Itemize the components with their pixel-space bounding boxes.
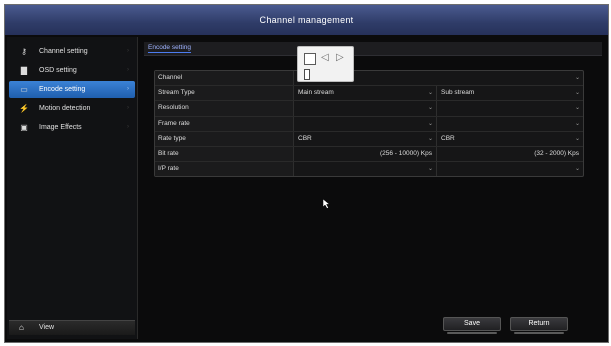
image-icon: ▣	[20, 123, 28, 132]
sidebar: ⚷ Channel setting › ▇ OSD setting › ▭ En…	[7, 37, 138, 339]
main-rate-type-select[interactable]: CBR ⌄	[295, 131, 437, 146]
sidebar-item-image-effects[interactable]: ▣ Image Effects ›	[9, 119, 135, 136]
document-icon: ▇	[20, 66, 28, 75]
row-label: Frame rate	[155, 116, 294, 131]
row-stream-type: Stream Type Main stream ⌄ Sub stream ⌄	[155, 86, 583, 102]
row-label: Stream Type	[155, 86, 294, 101]
chevron-right-icon: ›	[127, 124, 129, 130]
window-title: Channel management	[5, 5, 608, 35]
chevron-down-icon: ⌄	[574, 75, 580, 81]
chevron-down-icon: ⌄	[574, 135, 580, 142]
row-label: Resolution	[155, 101, 294, 116]
pause-icon[interactable]	[304, 69, 310, 80]
row-label: Bit rate	[155, 146, 294, 162]
chevron-down-icon: ⌄	[427, 90, 433, 97]
sub-resolution-select[interactable]: ⌄	[438, 101, 583, 115]
view-label: View	[39, 324, 55, 331]
chevron-down-icon: ⌄	[574, 105, 580, 112]
sub-bit-rate-range: (32 - 2000) Kps	[534, 149, 579, 157]
dvr-window: Channel management ⚷ Channel setting › ▇…	[4, 4, 609, 343]
sidebar-item-encode-setting[interactable]: ▭ Encode setting ›	[9, 81, 135, 98]
previous-icon[interactable]: ◁	[321, 52, 329, 63]
sidebar-item-motion-detection[interactable]: ⚡ Motion detection ›	[9, 100, 135, 117]
chevron-down-icon: ⌄	[427, 135, 433, 142]
running-person-icon: ⚡	[19, 104, 29, 113]
chevron-down-icon: ⌄	[427, 120, 433, 127]
key-icon: ⚷	[21, 47, 27, 56]
chevron-right-icon: ›	[127, 48, 129, 54]
view-button[interactable]: ⌂ View	[9, 320, 135, 335]
sidebar-item-label: Motion detection	[39, 105, 91, 112]
row-channel: Channel ⌄	[155, 71, 583, 87]
encode-settings-table: Channel ⌄ Stream Type Main stream ⌄ Sub …	[154, 70, 584, 178]
row-label: Rate type	[155, 131, 294, 146]
sub-stream-select[interactable]: Sub stream ⌄	[438, 86, 583, 100]
main-bit-rate-input[interactable]: (256 - 10000) Kps	[295, 146, 437, 162]
return-button[interactable]: Return	[510, 317, 568, 334]
sidebar-item-osd-setting[interactable]: ▇ OSD setting ›	[9, 62, 135, 79]
sub-ip-rate-select[interactable]: ⌄	[438, 162, 583, 176]
main-resolution-select[interactable]: ⌄	[295, 101, 437, 116]
monitor-icon: ▭	[20, 85, 28, 94]
tab-encode-setting[interactable]: Encode setting	[148, 44, 192, 53]
row-label: Channel	[155, 71, 294, 86]
stop-icon[interactable]	[304, 53, 316, 65]
chevron-down-icon: ⌄	[574, 90, 580, 97]
chevron-right-icon: ›	[127, 105, 129, 111]
row-label: I/P rate	[155, 162, 294, 177]
chevron-right-icon: ›	[127, 86, 129, 92]
main-frame-rate-select[interactable]: ⌄	[295, 116, 437, 131]
row-resolution: Resolution ⌄ ⌄	[155, 101, 583, 117]
sidebar-item-label: OSD setting	[39, 67, 77, 74]
save-button[interactable]: Save	[443, 317, 501, 334]
row-rate-type: Rate type CBR ⌄ CBR ⌄	[155, 131, 583, 147]
sidebar-item-label: Channel setting	[39, 48, 88, 55]
playback-control-popup: ◁ ▷	[297, 46, 354, 82]
sidebar-item-label: Encode setting	[39, 86, 86, 93]
next-icon[interactable]: ▷	[336, 52, 344, 63]
sidebar-item-label: Image Effects	[39, 124, 82, 131]
sub-bit-rate-input[interactable]: (32 - 2000) Kps	[438, 147, 583, 161]
main-bit-rate-range: (256 - 10000) Kps	[379, 149, 432, 157]
sub-frame-rate-select[interactable]: ⌄	[438, 117, 583, 131]
row-frame-rate: Frame rate ⌄ ⌄	[155, 116, 583, 132]
row-ip-rate: I/P rate ⌄ ⌄	[155, 162, 583, 177]
home-icon: ⌂	[19, 323, 24, 332]
tab-bar: Encode setting	[144, 42, 602, 56]
chevron-down-icon: ⌄	[574, 120, 580, 127]
chevron-down-icon: ⌄	[427, 166, 433, 173]
chevron-down-icon: ⌄	[427, 105, 433, 112]
main-stream-select[interactable]: Main stream ⌄	[295, 86, 437, 101]
mouse-pointer-icon	[323, 199, 331, 209]
row-bit-rate: Bit rate (256 - 10000) Kps (32 - 2000) K…	[155, 146, 583, 163]
main-content: Encode setting Channel ⌄ Stream Type Mai…	[141, 37, 607, 339]
chevron-right-icon: ›	[127, 67, 129, 73]
main-ip-rate-select[interactable]: ⌄	[295, 162, 437, 177]
chevron-down-icon: ⌄	[574, 166, 580, 173]
sidebar-item-channel-setting[interactable]: ⚷ Channel setting ›	[9, 43, 135, 60]
sub-rate-type-select[interactable]: CBR ⌄	[438, 132, 583, 146]
